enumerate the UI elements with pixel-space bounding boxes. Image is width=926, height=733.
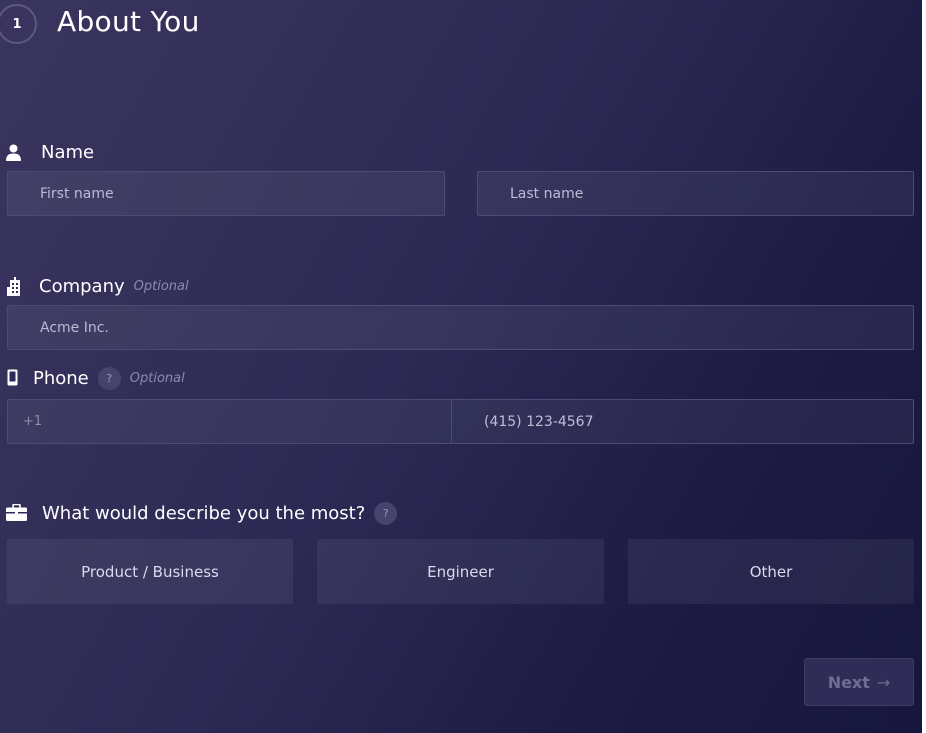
page-title: About You: [57, 5, 200, 38]
phone-field-group: +1 (415) 123-4567: [7, 399, 914, 444]
country-code-select[interactable]: +1: [8, 400, 452, 443]
phone-label-row: Phone ? Optional: [33, 365, 185, 391]
briefcase-icon: [6, 503, 27, 525]
role-option-other[interactable]: Other: [628, 539, 914, 604]
next-button[interactable]: Next →: [804, 658, 914, 706]
name-label: Name: [41, 141, 95, 163]
mobile-icon: [7, 369, 18, 390]
phone-help-icon[interactable]: ?: [97, 366, 121, 390]
role-label-row: What would describe you the most? ?: [42, 500, 398, 526]
role-help-icon[interactable]: ?: [374, 501, 398, 525]
window-edge: [922, 0, 926, 733]
building-icon: [7, 277, 23, 300]
role-option-product-business[interactable]: Product / Business: [7, 539, 293, 604]
next-button-label: Next: [827, 672, 870, 692]
user-icon: [6, 144, 21, 165]
role-question-label: What would describe you the most?: [42, 502, 366, 524]
company-label: Company: [39, 275, 125, 297]
step-number-badge: 1: [0, 4, 37, 44]
phone-label: Phone: [33, 367, 89, 389]
company-field[interactable]: Acme Inc.: [7, 305, 914, 350]
role-option-engineer[interactable]: Engineer: [317, 539, 604, 604]
name-label-row: Name: [41, 139, 94, 165]
company-label-row: Company Optional: [39, 273, 189, 299]
arrow-right-icon: →: [876, 672, 891, 692]
phone-number-field[interactable]: (415) 123-4567: [452, 400, 913, 443]
last-name-field[interactable]: Last name: [477, 171, 914, 216]
first-name-field[interactable]: First name: [7, 171, 445, 216]
company-optional-tag: Optional: [133, 278, 189, 294]
phone-optional-tag: Optional: [129, 370, 185, 386]
